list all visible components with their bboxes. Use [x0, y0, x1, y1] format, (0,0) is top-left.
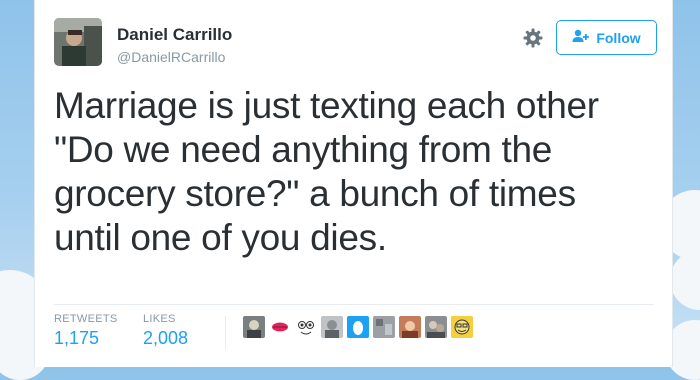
tweet-text-line: Marriage is just texting each other [54, 85, 599, 126]
author-avatar[interactable] [54, 18, 102, 66]
gear-icon[interactable] [523, 28, 543, 48]
tweet-text-line: "Do we need anything from the [54, 129, 553, 170]
tweet-text-line: grocery store?" a bunch of times [54, 173, 576, 214]
tweet-text: Marriage is just texting each other "Do … [54, 84, 664, 260]
likes-label: LIKES [143, 313, 176, 325]
retweets-count[interactable]: 1,175 [54, 328, 99, 349]
stats-divider [54, 304, 654, 305]
author-handle[interactable]: @DanielRCarrillo [117, 49, 225, 65]
liker-avatars [243, 316, 473, 338]
tweet-text-line: until one of you dies. [54, 217, 387, 258]
liker-avatar-7[interactable] [399, 316, 421, 338]
author-name[interactable]: Daniel Carrillo [117, 25, 232, 45]
liker-avatar-6[interactable] [373, 316, 395, 338]
likes-count[interactable]: 2,008 [143, 328, 188, 349]
liker-avatar-9[interactable] [451, 316, 473, 338]
retweets-label: RETWEETS [54, 313, 118, 325]
follow-label: Follow [596, 29, 641, 46]
background-cloud [670, 250, 700, 310]
follow-button[interactable]: Follow [556, 20, 657, 55]
tweet-card: Daniel Carrillo @DanielRCarrillo Follow [34, 0, 673, 367]
liker-avatar-1[interactable] [243, 316, 265, 338]
liker-avatar-eyes[interactable] [295, 316, 317, 338]
stats-separator [225, 316, 226, 350]
liker-avatar-egg[interactable] [347, 316, 369, 338]
liker-avatar-lips[interactable] [269, 316, 291, 338]
liker-avatar-8[interactable] [425, 316, 447, 338]
add-user-icon [572, 29, 590, 46]
liker-avatar-4[interactable] [321, 316, 343, 338]
